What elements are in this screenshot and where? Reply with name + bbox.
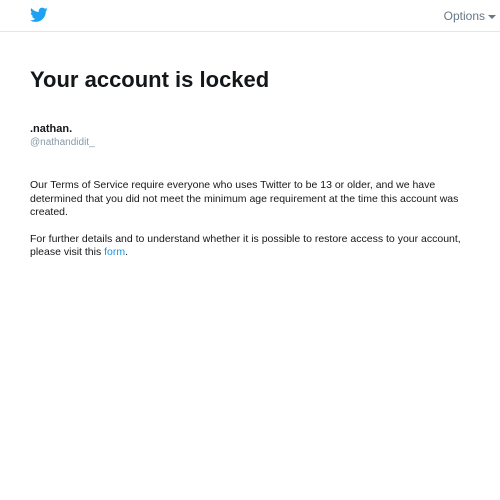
page-title: Your account is locked	[30, 67, 270, 92]
restore-text: For further details and to understand wh…	[30, 232, 461, 259]
main-content: Your account is locked .nathan. @nathand…	[30, 66, 486, 260]
form-link[interactable]: form	[104, 246, 125, 258]
chevron-down-icon[interactable]	[488, 14, 496, 19]
display-name: .nathan.	[30, 123, 73, 135]
top-bar: Options	[0, 0, 500, 32]
restore-paragraph: For further details and to understand wh…	[30, 233, 486, 260]
options-menu[interactable]: Options	[444, 9, 496, 23]
user-handle: @nathandidit_	[30, 137, 95, 148]
twitter-bird-icon[interactable]	[30, 7, 48, 23]
terms-paragraph: Our Terms of Service require everyone wh…	[30, 179, 459, 218]
options-label[interactable]: Options	[444, 9, 485, 23]
restore-period: .	[125, 246, 129, 258]
